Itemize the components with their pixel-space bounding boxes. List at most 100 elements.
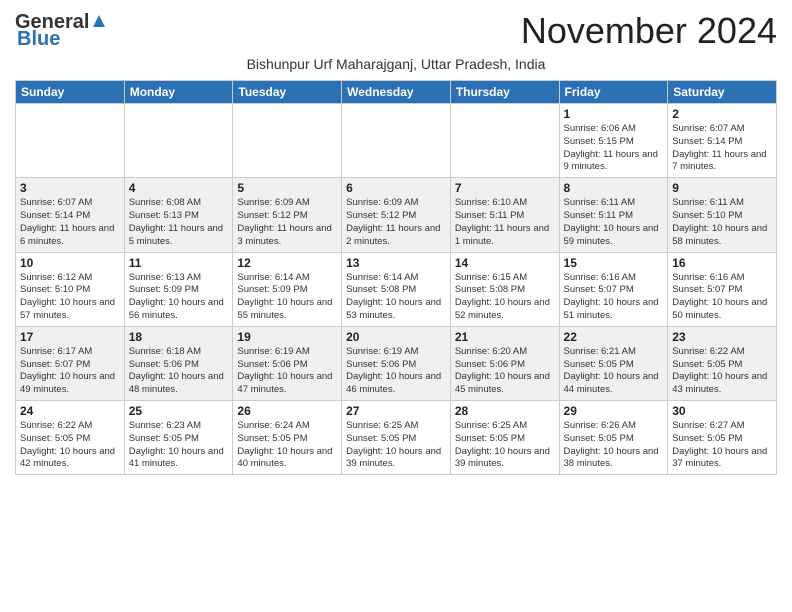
day-info: Sunrise: 6:14 AMSunset: 5:09 PMDaylight:… — [237, 272, 337, 323]
day-cell: 17Sunrise: 6:17 AMSunset: 5:07 PMDayligh… — [16, 326, 125, 400]
day-info: Sunrise: 6:20 AMSunset: 5:06 PMDaylight:… — [455, 346, 555, 397]
day-cell: 8Sunrise: 6:11 AMSunset: 5:11 PMDaylight… — [559, 178, 668, 252]
week-row-5: 24 Sunrise: 6:22 AMSunset: 5:05 PMDayligh… — [16, 401, 777, 475]
day-number: 2 — [672, 107, 772, 121]
col-header-wednesday: Wednesday — [342, 81, 451, 104]
col-header-saturday: Saturday — [668, 81, 777, 104]
header: General Blue November 2024 — [15, 10, 777, 52]
day-cell: 30 Sunrise: 6:27 AMSunset: 5:05 PMDayligh… — [668, 401, 777, 475]
day-cell: 21 Sunrise: 6:20 AMSunset: 5:06 PMDayligh… — [450, 326, 559, 400]
day-cell: 7 Sunrise: 6:10 AMSunset: 5:11 PMDaylight… — [450, 178, 559, 252]
day-number: 17 — [20, 330, 120, 344]
day-cell: 16 Sunrise: 6:16 AMSunset: 5:07 PMDayligh… — [668, 252, 777, 326]
logo-blue: Blue — [17, 28, 60, 51]
day-info: Sunrise: 6:09 AMSunset: 5:12 PMDaylight:… — [346, 197, 446, 248]
day-info: Sunrise: 6:26 AMSunset: 5:05 PMDaylight:… — [564, 420, 664, 471]
day-number: 10 — [20, 256, 120, 270]
page: General Blue November 2024 Bishunpur Urf… — [0, 0, 792, 490]
day-info: Sunrise: 6:24 AMSunset: 5:05 PMDaylight:… — [237, 420, 337, 471]
day-number: 29 — [564, 404, 664, 418]
day-number: 20 — [346, 330, 446, 344]
day-cell: 10Sunrise: 6:12 AMSunset: 5:10 PMDayligh… — [16, 252, 125, 326]
day-number: 15 — [564, 256, 664, 270]
day-number: 6 — [346, 181, 446, 195]
col-header-monday: Monday — [124, 81, 233, 104]
day-info: Sunrise: 6:27 AMSunset: 5:05 PMDaylight:… — [672, 420, 772, 471]
day-info: Sunrise: 6:10 AMSunset: 5:11 PMDaylight:… — [455, 197, 555, 248]
day-cell — [450, 104, 559, 178]
day-info: Sunrise: 6:21 AMSunset: 5:05 PMDaylight:… — [564, 346, 664, 397]
day-info: Sunrise: 6:19 AMSunset: 5:06 PMDaylight:… — [346, 346, 446, 397]
day-cell: 19 Sunrise: 6:19 AMSunset: 5:06 PMDayligh… — [233, 326, 342, 400]
col-header-thursday: Thursday — [450, 81, 559, 104]
day-info: Sunrise: 6:09 AMSunset: 5:12 PMDaylight:… — [237, 197, 337, 248]
day-info: Sunrise: 6:22 AMSunset: 5:05 PMDaylight:… — [672, 346, 772, 397]
day-info: Sunrise: 6:22 AMSunset: 5:05 PMDaylight:… — [20, 420, 120, 471]
day-cell: 26 Sunrise: 6:24 AMSunset: 5:05 PMDayligh… — [233, 401, 342, 475]
week-row-2: 3 Sunrise: 6:07 AMSunset: 5:14 PMDaylight… — [16, 178, 777, 252]
day-number: 16 — [672, 256, 772, 270]
day-info: Sunrise: 6:19 AMSunset: 5:06 PMDaylight:… — [237, 346, 337, 397]
day-number: 23 — [672, 330, 772, 344]
day-number: 27 — [346, 404, 446, 418]
day-number: 21 — [455, 330, 555, 344]
day-number: 30 — [672, 404, 772, 418]
day-cell — [124, 104, 233, 178]
day-info: Sunrise: 6:08 AMSunset: 5:13 PMDaylight:… — [129, 197, 229, 248]
col-header-sunday: Sunday — [16, 81, 125, 104]
day-number: 5 — [237, 181, 337, 195]
day-cell: 23 Sunrise: 6:22 AMSunset: 5:05 PMDayligh… — [668, 326, 777, 400]
day-cell: 29 Sunrise: 6:26 AMSunset: 5:05 PMDayligh… — [559, 401, 668, 475]
logo-icon — [91, 13, 107, 29]
day-info: Sunrise: 6:07 AMSunset: 5:14 PMDaylight:… — [672, 123, 772, 174]
day-cell — [233, 104, 342, 178]
day-cell: 2 Sunrise: 6:07 AMSunset: 5:14 PMDaylight… — [668, 104, 777, 178]
day-info: Sunrise: 6:14 AMSunset: 5:08 PMDaylight:… — [346, 272, 446, 323]
day-cell — [16, 104, 125, 178]
day-cell: 25 Sunrise: 6:23 AMSunset: 5:05 PMDayligh… — [124, 401, 233, 475]
col-header-tuesday: Tuesday — [233, 81, 342, 104]
day-cell: 15Sunrise: 6:16 AMSunset: 5:07 PMDayligh… — [559, 252, 668, 326]
day-cell: 1 Sunrise: 6:06 AMSunset: 5:15 PMDaylight… — [559, 104, 668, 178]
day-cell: 11 Sunrise: 6:13 AMSunset: 5:09 PMDayligh… — [124, 252, 233, 326]
day-cell: 9Sunrise: 6:11 AMSunset: 5:10 PMDaylight… — [668, 178, 777, 252]
day-number: 22 — [564, 330, 664, 344]
day-number: 12 — [237, 256, 337, 270]
col-header-friday: Friday — [559, 81, 668, 104]
day-cell: 28 Sunrise: 6:25 AMSunset: 5:05 PMDayligh… — [450, 401, 559, 475]
day-number: 19 — [237, 330, 337, 344]
day-cell: 20 Sunrise: 6:19 AMSunset: 5:06 PMDayligh… — [342, 326, 451, 400]
header-row: SundayMondayTuesdayWednesdayThursdayFrid… — [16, 81, 777, 104]
week-row-4: 17Sunrise: 6:17 AMSunset: 5:07 PMDayligh… — [16, 326, 777, 400]
day-cell: 5 Sunrise: 6:09 AMSunset: 5:12 PMDaylight… — [233, 178, 342, 252]
day-number: 25 — [129, 404, 229, 418]
day-info: Sunrise: 6:06 AMSunset: 5:15 PMDaylight:… — [564, 123, 664, 174]
month-title: November 2024 — [521, 10, 777, 52]
day-number: 3 — [20, 181, 120, 195]
day-number: 24 — [20, 404, 120, 418]
day-info: Sunrise: 6:13 AMSunset: 5:09 PMDaylight:… — [129, 272, 229, 323]
day-number: 1 — [564, 107, 664, 121]
day-number: 18 — [129, 330, 229, 344]
calendar-table: SundayMondayTuesdayWednesdayThursdayFrid… — [15, 80, 777, 475]
day-number: 11 — [129, 256, 229, 270]
day-number: 4 — [129, 181, 229, 195]
day-info: Sunrise: 6:15 AMSunset: 5:08 PMDaylight:… — [455, 272, 555, 323]
day-number: 28 — [455, 404, 555, 418]
day-info: Sunrise: 6:07 AMSunset: 5:14 PMDaylight:… — [20, 197, 120, 248]
day-info: Sunrise: 6:11 AMSunset: 5:10 PMDaylight:… — [672, 197, 772, 248]
logo: General Blue — [15, 11, 107, 51]
day-cell: 3 Sunrise: 6:07 AMSunset: 5:14 PMDaylight… — [16, 178, 125, 252]
day-cell: 24 Sunrise: 6:22 AMSunset: 5:05 PMDayligh… — [16, 401, 125, 475]
day-number: 26 — [237, 404, 337, 418]
day-number: 8 — [564, 181, 664, 195]
day-number: 7 — [455, 181, 555, 195]
day-number: 14 — [455, 256, 555, 270]
day-info: Sunrise: 6:25 AMSunset: 5:05 PMDaylight:… — [455, 420, 555, 471]
day-info: Sunrise: 6:16 AMSunset: 5:07 PMDaylight:… — [672, 272, 772, 323]
day-cell: 13Sunrise: 6:14 AMSunset: 5:08 PMDayligh… — [342, 252, 451, 326]
day-info: Sunrise: 6:18 AMSunset: 5:06 PMDaylight:… — [129, 346, 229, 397]
day-cell: 18 Sunrise: 6:18 AMSunset: 5:06 PMDayligh… — [124, 326, 233, 400]
day-cell: 22 Sunrise: 6:21 AMSunset: 5:05 PMDayligh… — [559, 326, 668, 400]
day-info: Sunrise: 6:23 AMSunset: 5:05 PMDaylight:… — [129, 420, 229, 471]
